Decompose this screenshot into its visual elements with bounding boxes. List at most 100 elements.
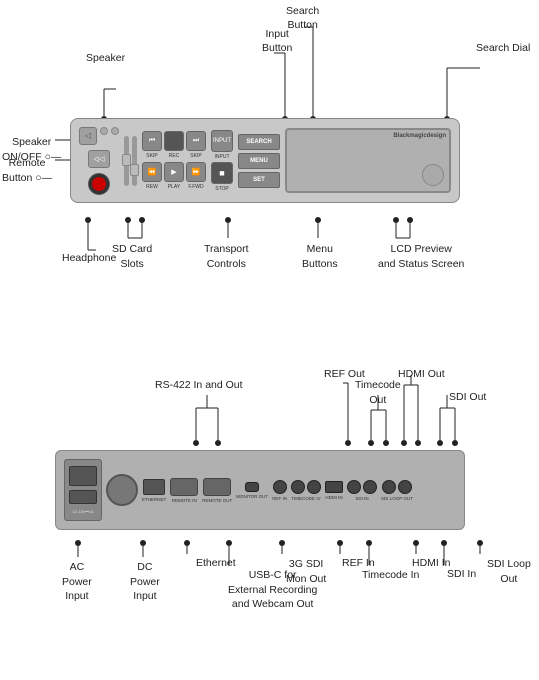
timecode-in-label: Timecode In xyxy=(362,568,419,583)
rs422-out-group: REMOTE OUT xyxy=(202,478,232,503)
indicator-dot2 xyxy=(111,127,119,135)
rs422-group: REMOTE IN xyxy=(170,478,198,503)
speaker-button[interactable]: ◁ xyxy=(79,127,97,145)
input-button-label: INPUT xyxy=(215,154,230,160)
input-button-annotation: InputButton xyxy=(262,28,292,55)
sdi-loop-group: SDI LOOP OUT xyxy=(381,480,413,501)
sd-card-label: SD CardSlots xyxy=(112,242,152,271)
timecode-ports xyxy=(291,480,321,494)
timecode-in-port xyxy=(291,480,305,494)
search-dial-label: Search Dial xyxy=(476,42,530,56)
ffwd-button[interactable]: ⏩ xyxy=(186,162,206,182)
hdmi-port xyxy=(325,481,343,493)
sdi-loop-port2 xyxy=(398,480,412,494)
rewind-button[interactable]: ⏪ xyxy=(142,162,162,182)
rs422-in-port xyxy=(170,478,198,496)
play-label: PLAY xyxy=(164,184,184,190)
diagram: ◁ ◁◁ ⏮ ⏭ xyxy=(0,0,539,680)
timecode-out-label: TimecodeOut xyxy=(355,378,401,407)
bottom-device-inner: 12-18V⎓1A ETHERNET REMOTE IN REMOTE OUT xyxy=(64,456,456,524)
rew-button[interactable]: ◁◁ xyxy=(88,150,110,168)
ethernet-label: ETHERNET xyxy=(142,497,166,502)
ethernet-port xyxy=(143,479,165,495)
menu-button[interactable]: MENU xyxy=(238,153,280,169)
speaker-label: Speaker xyxy=(86,52,125,66)
timecode-out-port xyxy=(307,480,321,494)
hdmi-in-label: HDMI In xyxy=(412,557,451,571)
scroll-dial[interactable] xyxy=(422,164,444,186)
set-button[interactable]: SET xyxy=(238,172,280,188)
sdi-out-port xyxy=(363,480,377,494)
sliders-area xyxy=(124,131,137,191)
monitor-out-label: MONITOR OUT xyxy=(236,494,268,499)
transport-controls-label: TransportControls xyxy=(204,242,249,271)
usbc-group: MONITOR OUT xyxy=(236,482,268,499)
skip-fwd-button[interactable]: ⏭ xyxy=(186,131,206,151)
sdi-in-label: SDI IN xyxy=(355,496,368,501)
input-stop-section: INPUT INPUT ■ STOP xyxy=(211,130,233,192)
sdi-out-label: SDI Out xyxy=(449,390,486,405)
stop-button[interactable]: ■ xyxy=(211,162,233,184)
search-button[interactable]: SEARCH xyxy=(238,134,280,150)
ref-in-group: REF IN xyxy=(272,480,287,501)
sdi-loop-port1 xyxy=(382,480,396,494)
indicator-dot1 xyxy=(100,127,108,135)
play-button[interactable]: ▶ xyxy=(164,162,184,182)
stop-label: STOP xyxy=(215,186,229,192)
headphone-label: Headphone xyxy=(62,252,116,266)
transport-section: ⏮ ⏭ SKIP REC SKIP ⏪ ▶ ⏩ REW PLAY F. xyxy=(142,131,206,190)
skip-back-button[interactable]: ⏮ xyxy=(142,131,162,151)
xlr-connector xyxy=(106,474,138,506)
ffwd-label: F.FWD xyxy=(186,184,206,190)
dc-power-label: DCPowerInput xyxy=(130,560,160,604)
sdi-in-ports xyxy=(347,480,377,494)
rew-label: REW xyxy=(142,184,162,190)
ref-in-port xyxy=(273,480,287,494)
hdmi-label: HDMI IN xyxy=(325,495,342,500)
rs422-out-label: REMOTE OUT xyxy=(202,498,232,503)
hdmi-group: HDMI IN xyxy=(325,481,343,500)
ac-power-label: ACPowerInput xyxy=(62,560,92,604)
sdi-loop-ann-label: SDI LoopOut xyxy=(487,557,531,586)
ac-socket xyxy=(69,466,97,486)
timecode-iv-label: TIMECODE IV xyxy=(291,496,320,501)
brand-text: Blackmagicdesign xyxy=(393,133,446,139)
lcd-screen: Blackmagicdesign xyxy=(285,128,451,193)
sdi-loop-label: SDI LOOP OUT xyxy=(381,496,413,501)
menu-buttons-label: MenuButtons xyxy=(302,242,338,271)
record-button[interactable] xyxy=(164,131,184,151)
sdi-in-ann-label: SDI In xyxy=(447,568,476,582)
transport-labels-row2: REW PLAY F.FWD xyxy=(142,184,206,190)
3gsdi-label: 3G SDIMon Out xyxy=(286,557,326,586)
remote-button-label: RemoteButton ○— xyxy=(2,156,52,185)
input-button[interactable]: INPUT xyxy=(211,130,233,152)
ref-in-label: REF IN xyxy=(272,496,287,501)
transport-labels-row1: SKIP REC SKIP xyxy=(142,153,206,159)
sdi-in-port xyxy=(347,480,361,494)
dc-socket xyxy=(69,490,97,504)
skip-back-label: SKIP xyxy=(142,153,162,159)
right-buttons: SEARCH MENU SET xyxy=(238,134,280,188)
rs422-in-label: REMOTE IN xyxy=(172,498,197,503)
power-block: 12-18V⎓1A xyxy=(64,459,102,521)
usbc-port xyxy=(245,482,259,492)
top-device: ◁ ◁◁ ⏮ ⏭ xyxy=(70,118,460,203)
transport-buttons-row1: ⏮ ⏭ xyxy=(142,131,206,151)
rs422-label: RS-422 In and Out xyxy=(155,378,243,393)
rec-label: REC xyxy=(164,153,184,159)
sdi-loop-ports xyxy=(382,480,412,494)
bottom-device: 12-18V⎓1A ETHERNET REMOTE IN REMOTE OUT xyxy=(55,450,465,530)
hdmi-out-label: HDMI Out xyxy=(398,368,445,382)
skip-fwd-label: SKIP xyxy=(186,153,206,159)
slider-1[interactable] xyxy=(124,136,129,186)
rs422-out-port xyxy=(203,478,231,496)
rec-button[interactable] xyxy=(88,173,110,195)
lcd-label: LCD Previewand Status Screen xyxy=(378,242,464,271)
sdi-in-group: SDI IN xyxy=(347,480,377,501)
timecode-group: TIMECODE IV xyxy=(291,480,321,501)
ethernet-group: ETHERNET xyxy=(142,479,166,502)
slider-2[interactable] xyxy=(132,136,137,186)
top-device-inner: ◁ ◁◁ ⏮ ⏭ xyxy=(79,125,451,196)
left-controls: ◁ ◁◁ xyxy=(79,127,119,195)
transport-buttons-row2: ⏪ ▶ ⏩ xyxy=(142,162,206,182)
